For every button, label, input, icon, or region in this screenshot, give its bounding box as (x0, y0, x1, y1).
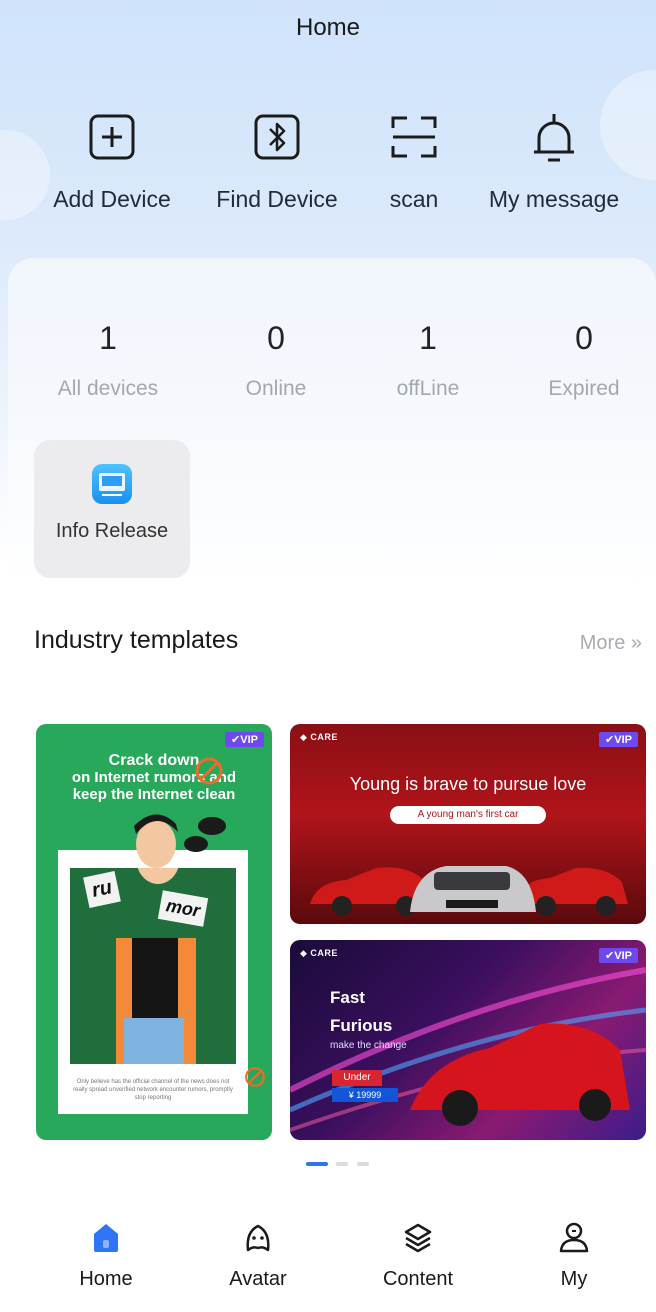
card-price: ¥ 19999 (332, 1088, 398, 1102)
tab-home[interactable]: Home (24, 1218, 188, 1291)
scan-button[interactable]: scan (334, 108, 494, 213)
stat-expired[interactable]: 0 Expired (504, 320, 656, 401)
card-subtitle: make the change (330, 1040, 407, 1051)
tab-label: Avatar (229, 1268, 287, 1290)
info-release-tile[interactable]: Info Release (34, 440, 190, 578)
bottom-tab-bar: Home Avatar Content My (0, 1218, 656, 1312)
vip-badge: ✔VIP (225, 732, 264, 747)
stat-offline[interactable]: 1 offLine (348, 320, 508, 401)
card-footnote: Only believe has the official channel of… (73, 1079, 233, 1101)
stat-all-devices[interactable]: 1 All devices (28, 320, 188, 401)
page-title: Home (295, 14, 361, 41)
stat-label: All devices (57, 377, 159, 400)
info-release-icon (92, 464, 132, 504)
stat-value: 0 (267, 320, 285, 356)
tab-content[interactable]: Content (336, 1218, 500, 1291)
carousel-indicator (306, 1162, 373, 1168)
scan-icon (391, 116, 437, 158)
info-release-label: Info Release (55, 520, 169, 542)
template-card-young-love[interactable]: ◆ CARE ✔VIP Young is brave to pursue lov… (290, 724, 646, 924)
card-headline: Crack down on Internet rumors and keep t… (36, 752, 272, 803)
tab-label: Content (382, 1268, 454, 1290)
layers-icon (404, 1223, 432, 1253)
card-headline: Fast (330, 988, 365, 1007)
stat-label: Expired (548, 377, 620, 400)
card-headline-line: keep the Internet clean (72, 786, 236, 803)
my-message-button[interactable]: My message (474, 108, 634, 213)
card-word: ru (83, 871, 121, 908)
person-icon (559, 1222, 589, 1253)
card-headline-line: Crack down (108, 752, 200, 769)
stat-value: 0 (575, 320, 593, 356)
add-device-button[interactable]: Add Device (32, 108, 192, 213)
stat-online[interactable]: 0 Online (196, 320, 356, 401)
template-card-rumors[interactable]: ✔VIP Crack down on Internet rumors and k… (36, 724, 272, 1140)
find-device-button[interactable]: Find Device (197, 108, 357, 213)
stat-label: Online (245, 377, 307, 400)
find-device-label: Find Device (216, 186, 338, 212)
bell-icon (534, 114, 574, 162)
bluetooth-icon (254, 114, 300, 160)
cars-illustration (310, 866, 628, 916)
card-headline: Young is brave to pursue love (349, 774, 587, 794)
person-head-illustration (134, 814, 226, 868)
avatar-icon (246, 1224, 270, 1252)
carousel-dot[interactable] (336, 1162, 349, 1166)
scan-label: scan (389, 186, 439, 212)
tab-my[interactable]: My (492, 1218, 656, 1291)
tab-label: Home (79, 1268, 133, 1290)
vip-badge: ✔VIP (599, 948, 638, 963)
stat-value: 1 (419, 320, 437, 356)
prohibited-icon (195, 757, 223, 785)
tab-avatar[interactable]: Avatar (176, 1218, 340, 1291)
carousel-dot[interactable] (356, 1162, 369, 1166)
tab-label: My (560, 1268, 588, 1290)
add-square-icon (89, 114, 135, 160)
card-subtitle-pill: A young man's first car (390, 806, 546, 824)
prohibited-icon (245, 1067, 265, 1087)
brand-logo: ◆ CARE (300, 732, 338, 742)
my-message-label: My message (488, 186, 620, 212)
card-headline: Furious (330, 1016, 393, 1035)
carousel-dot-active[interactable] (306, 1162, 328, 1166)
add-device-label: Add Device (53, 186, 171, 212)
stat-label: offLine (396, 377, 460, 400)
stat-value: 1 (99, 320, 117, 356)
home-icon (94, 1224, 118, 1252)
home-screen: Home Add Device Find Device scan My mess… (0, 0, 656, 1312)
brand-logo: ◆ CARE (300, 948, 338, 958)
section-title: Industry templates (34, 626, 239, 654)
vip-badge: ✔VIP (599, 732, 638, 747)
card-tag: Under (332, 1070, 382, 1086)
template-card-fast-furious[interactable]: ◆ CARE ✔VIP Fast Furious make the change… (290, 940, 646, 1140)
more-link[interactable]: More » (580, 632, 642, 655)
quick-actions: Add Device Find Device scan My message (0, 108, 656, 218)
